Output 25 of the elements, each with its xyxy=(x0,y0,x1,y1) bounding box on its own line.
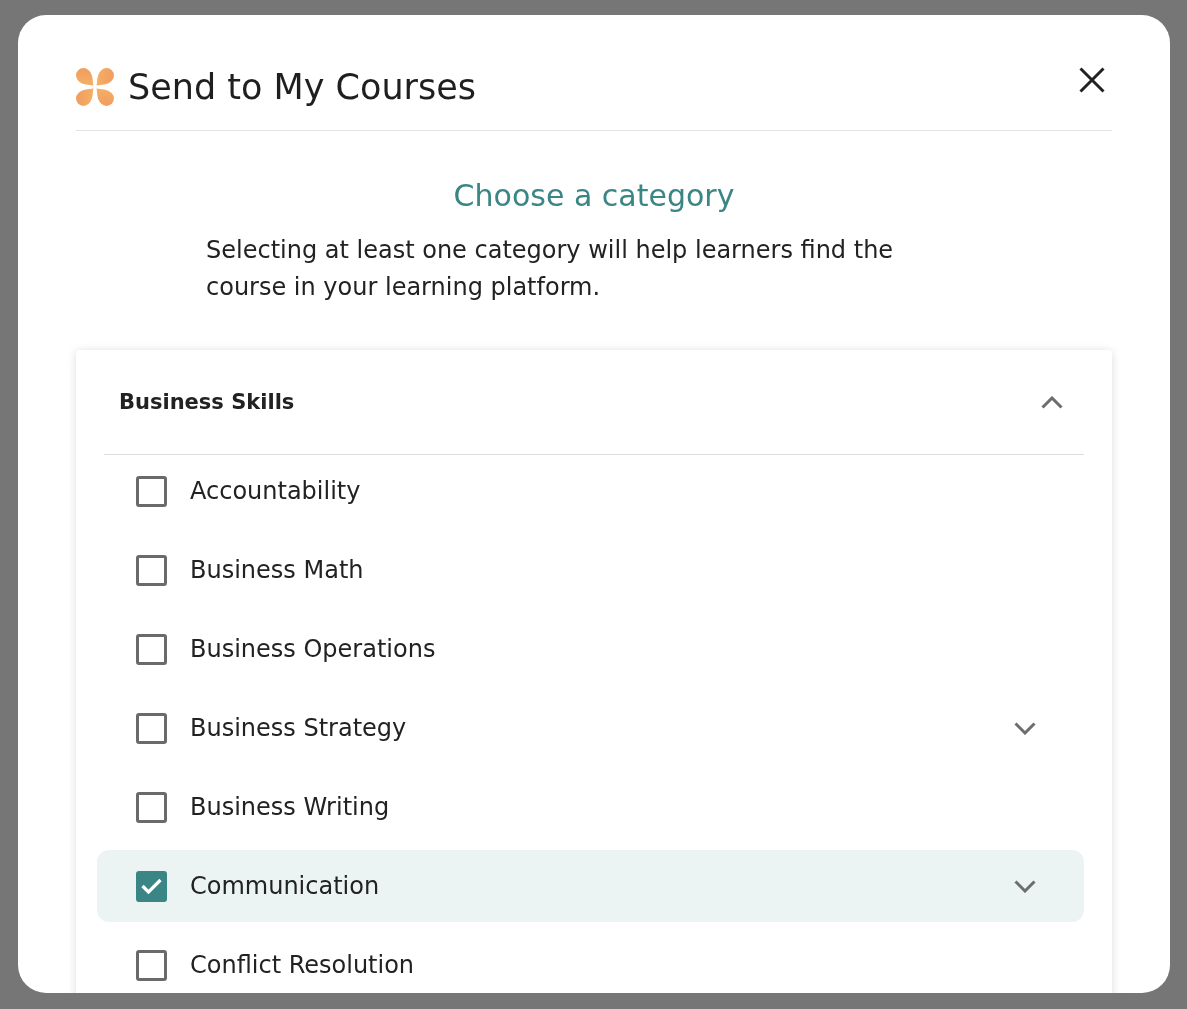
category-label: Business Operations xyxy=(190,635,436,663)
category-label: Business Writing xyxy=(190,793,390,821)
check-icon xyxy=(141,878,162,894)
category-label: Business Strategy xyxy=(190,714,407,742)
chevron-down-icon[interactable] xyxy=(1014,879,1036,893)
checkbox[interactable] xyxy=(136,791,167,823)
category-label: Communication xyxy=(190,872,380,900)
checkbox[interactable] xyxy=(136,712,167,744)
checkbox[interactable] xyxy=(136,870,167,902)
logo-icon xyxy=(76,68,114,106)
checkbox[interactable] xyxy=(136,949,167,981)
checkbox[interactable] xyxy=(136,633,167,665)
chevron-up-icon[interactable] xyxy=(1041,395,1063,409)
intro-text: Selecting at least one category will help learners find the course in your learning platform. xyxy=(206,235,895,303)
dialog-title: Send to My Courses xyxy=(128,67,476,107)
section-heading: Choose a category xyxy=(452,178,736,214)
category-label: Accountability xyxy=(190,477,361,505)
chevron-down-icon[interactable] xyxy=(1014,721,1036,735)
group-title[interactable]: Business Skills xyxy=(119,390,295,414)
checkbox[interactable] xyxy=(136,475,167,507)
category-label: Conflict Resolution xyxy=(190,951,415,979)
close-icon xyxy=(1079,67,1105,93)
checkbox[interactable] xyxy=(136,554,167,586)
category-label: Business Math xyxy=(190,556,364,584)
highlighted-row[interactable]: Communication xyxy=(97,850,1084,922)
